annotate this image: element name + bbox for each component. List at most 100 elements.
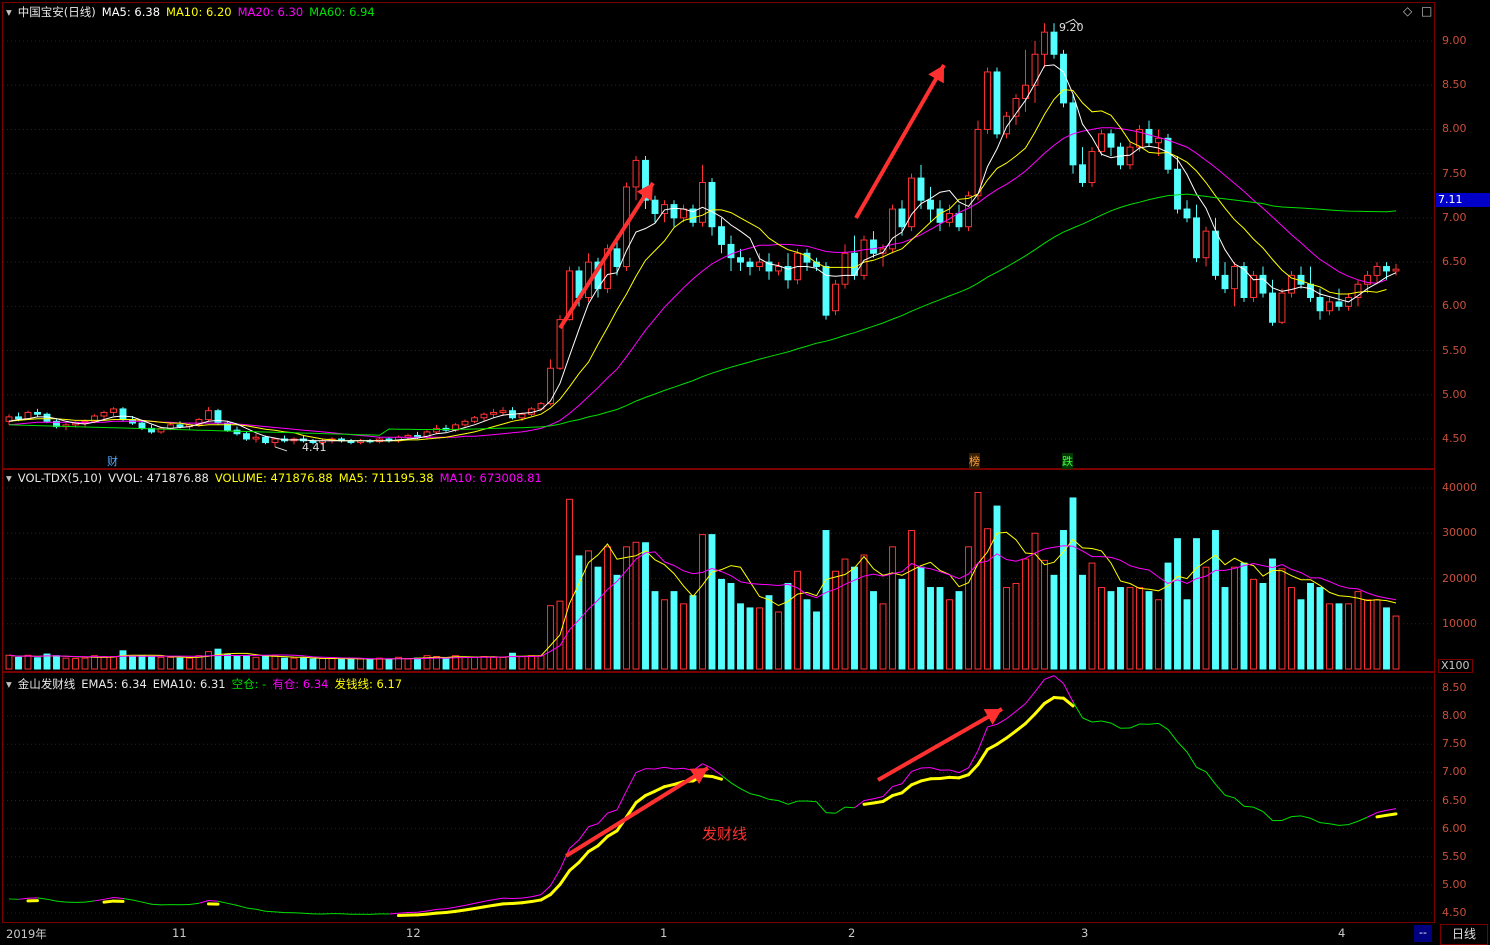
- event-tag-bang[interactable]: 榜: [969, 453, 980, 469]
- volume-bar-up: [24, 654, 32, 670]
- volume-bar-up: [461, 656, 469, 670]
- candle-down: [737, 257, 744, 263]
- candle-up: [1098, 133, 1105, 153]
- candle-down: [718, 226, 725, 245]
- volume-bar-up: [290, 657, 298, 670]
- date-label-mar: 3: [1081, 926, 1089, 940]
- ema5-line-segment: [246, 907, 257, 910]
- volume-bar-up: [1288, 587, 1295, 670]
- ema5-line-segment: [208, 899, 219, 902]
- volume-bar-up: [480, 656, 488, 670]
- volume-bar-down: [1107, 591, 1115, 670]
- volume-bar-up: [965, 546, 972, 670]
- volume-bar-down: [822, 530, 830, 670]
- stock-name[interactable]: 中国宝安(日线): [18, 5, 96, 19]
- ema5-line-segment: [835, 806, 846, 814]
- ema5-line-segment: [274, 911, 285, 914]
- volume-bar-up: [376, 657, 383, 670]
- candle-up: [205, 410, 212, 421]
- event-tag-cai[interactable]: 财: [107, 453, 118, 469]
- candle-down: [1212, 230, 1219, 276]
- volume-panel-header: ▾ VOL-TDX(5,10) VVOL: 471876.88 VOLUME: 471…: [6, 471, 548, 485]
- volume-bar-up: [1231, 566, 1238, 670]
- candle-up: [471, 417, 478, 422]
- ema5-line-segment: [255, 908, 266, 912]
- facai-line-segment: [568, 860, 581, 873]
- high-price-marker: 9.20: [1059, 21, 1084, 34]
- volume-bar-down: [338, 658, 345, 670]
- period-button[interactable]: 日线: [1440, 924, 1488, 945]
- facai-line-segment: [596, 834, 609, 848]
- volume-bar-up: [319, 658, 326, 670]
- volume-bar-up: [566, 498, 573, 670]
- candle-up: [1326, 301, 1333, 312]
- candle-down: [243, 433, 250, 440]
- ema10-readout: EMA10: 6.31: [152, 677, 226, 691]
- candle-down: [670, 204, 678, 219]
- facai-line-segment: [957, 773, 970, 780]
- volume-bar-up: [1003, 587, 1010, 670]
- fancai-annotation: 发财线: [702, 825, 748, 843]
- ema5-line-segment: [417, 910, 428, 913]
- vol-indicator-name[interactable]: VOL-TDX(5,10): [18, 471, 102, 485]
- candle-down: [119, 408, 127, 421]
- ema5-line-segment: [1082, 717, 1093, 723]
- volume-bar-down: [414, 657, 421, 670]
- volume-bar-down: [784, 582, 792, 670]
- volume-bar-down: [1212, 530, 1219, 670]
- ema5-line-segment: [1025, 691, 1036, 704]
- candle-down: [613, 248, 621, 268]
- facai-line-segment: [634, 794, 647, 805]
- ema5-line-segment: [664, 766, 675, 770]
- facai-line-segment: [976, 747, 989, 766]
- ema5-line-segment: [56, 900, 67, 903]
- ema5-line-segment: [84, 900, 95, 903]
- ema5-line-segment: [825, 812, 836, 814]
- volume-bar-up: [100, 656, 108, 670]
- volume-bar-down: [214, 648, 222, 670]
- volume-bar-down: [813, 611, 820, 670]
- volume-bar-down: [746, 607, 754, 670]
- volume-bar-down: [737, 603, 744, 670]
- facai-line-segment: [587, 844, 600, 854]
- candle-down: [1269, 292, 1276, 323]
- ema5-line-segment: [493, 897, 504, 901]
- faqian-readout: 发钱线: 6.17: [334, 677, 403, 691]
- indicator-name[interactable]: 金山发财线: [18, 677, 76, 691]
- collapse-icon[interactable]: ▾: [6, 5, 12, 19]
- ema5-line-segment: [217, 900, 228, 904]
- ema5-line-segment: [930, 767, 941, 771]
- candle-up: [480, 413, 488, 419]
- candle-up: [965, 195, 972, 228]
- volume-bar-down: [708, 534, 716, 670]
- volume-bar-up: [1364, 599, 1371, 670]
- candle-down: [262, 436, 269, 444]
- ema5-line-segment: [987, 723, 998, 728]
- facai-line-segment: [558, 869, 571, 887]
- volume-bar-up: [537, 655, 545, 670]
- volume-bar-down: [1269, 558, 1276, 670]
- volume-bar-down: [1307, 582, 1314, 670]
- scroll-dash-button[interactable]: --: [1414, 925, 1432, 942]
- candle-up: [271, 438, 279, 444]
- facai-line-segment: [539, 893, 552, 902]
- indicator-panel-header: ▾ 金山发财线 EMA5: 6.34 EMA10: 6.31 空仓: - 有仓: 6.34…: [6, 676, 408, 692]
- date-label-apr: 4: [1338, 926, 1346, 940]
- volume-bar-up: [860, 554, 868, 670]
- ema5-line-segment: [635, 768, 646, 773]
- ema5-line-segment: [778, 800, 789, 805]
- volume-bar-down: [119, 650, 127, 670]
- ema5-line-segment: [759, 795, 770, 800]
- ema5-line-segment: [521, 896, 532, 899]
- collapse-icon[interactable]: ▾: [6, 677, 12, 691]
- volume-bar-down: [1193, 538, 1200, 670]
- volume-bar-down: [917, 566, 925, 670]
- candle-up: [1392, 268, 1400, 272]
- volume-bar-up: [794, 570, 801, 670]
- ema5-line-segment: [122, 898, 133, 901]
- ema5-line-segment: [607, 809, 618, 814]
- ema5-line-segment: [1348, 820, 1359, 826]
- event-tag-die[interactable]: 跌: [1062, 453, 1073, 469]
- collapse-icon[interactable]: ▾: [6, 471, 12, 485]
- volume-bar-up: [623, 546, 630, 670]
